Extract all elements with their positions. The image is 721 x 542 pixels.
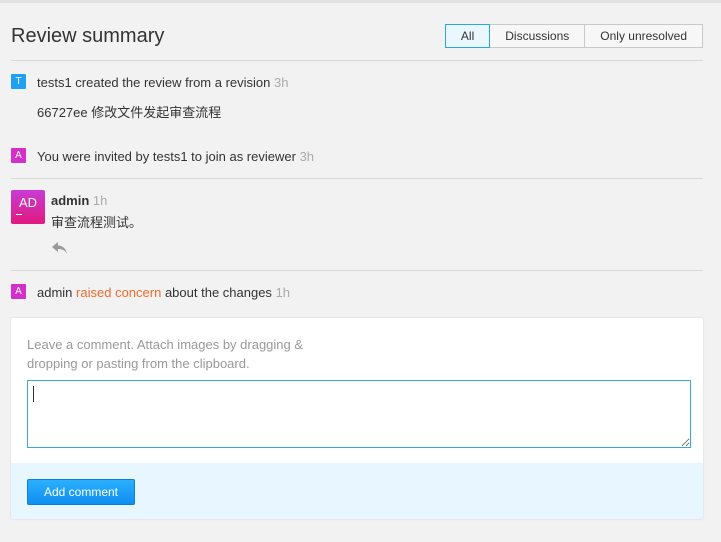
composer-hint: Leave a comment. Attach images by draggi… bbox=[27, 337, 304, 371]
user-badge-a: A bbox=[11, 284, 26, 299]
top-border bbox=[0, 0, 721, 3]
comment-body: 审查流程测试。 bbox=[51, 215, 143, 230]
comment-time: 1h bbox=[92, 193, 108, 208]
event-time: 3h bbox=[299, 149, 315, 164]
commit-message: 修改文件发起审查流程 bbox=[91, 105, 222, 120]
filter-only-unresolved-button[interactable]: Only unresolved bbox=[584, 24, 703, 48]
event-text: about the changes bbox=[164, 285, 272, 300]
commit-hash[interactable]: 66727ee bbox=[37, 105, 88, 120]
event-text: You were invited by tests1 to join as re… bbox=[37, 149, 296, 164]
comment-header: admin 1h bbox=[51, 192, 107, 209]
user-badge-a: A bbox=[11, 148, 26, 163]
divider bbox=[11, 270, 703, 271]
avatar-initials: AD bbox=[18, 195, 38, 210]
avatar-underline bbox=[16, 214, 22, 215]
divider bbox=[11, 60, 703, 61]
review-summary-header: Review summary All Discussions Only unre… bbox=[11, 24, 703, 48]
event-actor: admin bbox=[37, 285, 73, 300]
comment-composer: Leave a comment. Attach images by draggi… bbox=[11, 318, 703, 519]
event-text: tests1 created the review from a revisio… bbox=[37, 75, 271, 90]
page-title: Review summary bbox=[11, 25, 165, 47]
avatar: AD bbox=[11, 190, 45, 224]
text-cursor bbox=[33, 386, 34, 402]
event-time: 1h bbox=[275, 285, 291, 300]
filter-group: All Discussions Only unresolved bbox=[444, 24, 703, 48]
divider bbox=[11, 178, 703, 179]
event-time: 3h bbox=[274, 75, 289, 90]
add-comment-button[interactable]: Add comment bbox=[27, 479, 135, 505]
filter-discussions-button[interactable]: Discussions bbox=[489, 24, 586, 48]
comment-textarea[interactable] bbox=[27, 380, 691, 448]
filter-all-button[interactable]: All bbox=[444, 24, 491, 48]
user-badge-t: T bbox=[11, 74, 26, 89]
composer-footer: Add comment bbox=[11, 463, 703, 519]
concern-status: raised concern bbox=[76, 285, 162, 300]
commit-line: 66727ee 修改文件发起审查流程 bbox=[37, 104, 221, 121]
comment-author[interactable]: admin bbox=[51, 193, 89, 208]
reply-icon[interactable] bbox=[51, 240, 69, 256]
